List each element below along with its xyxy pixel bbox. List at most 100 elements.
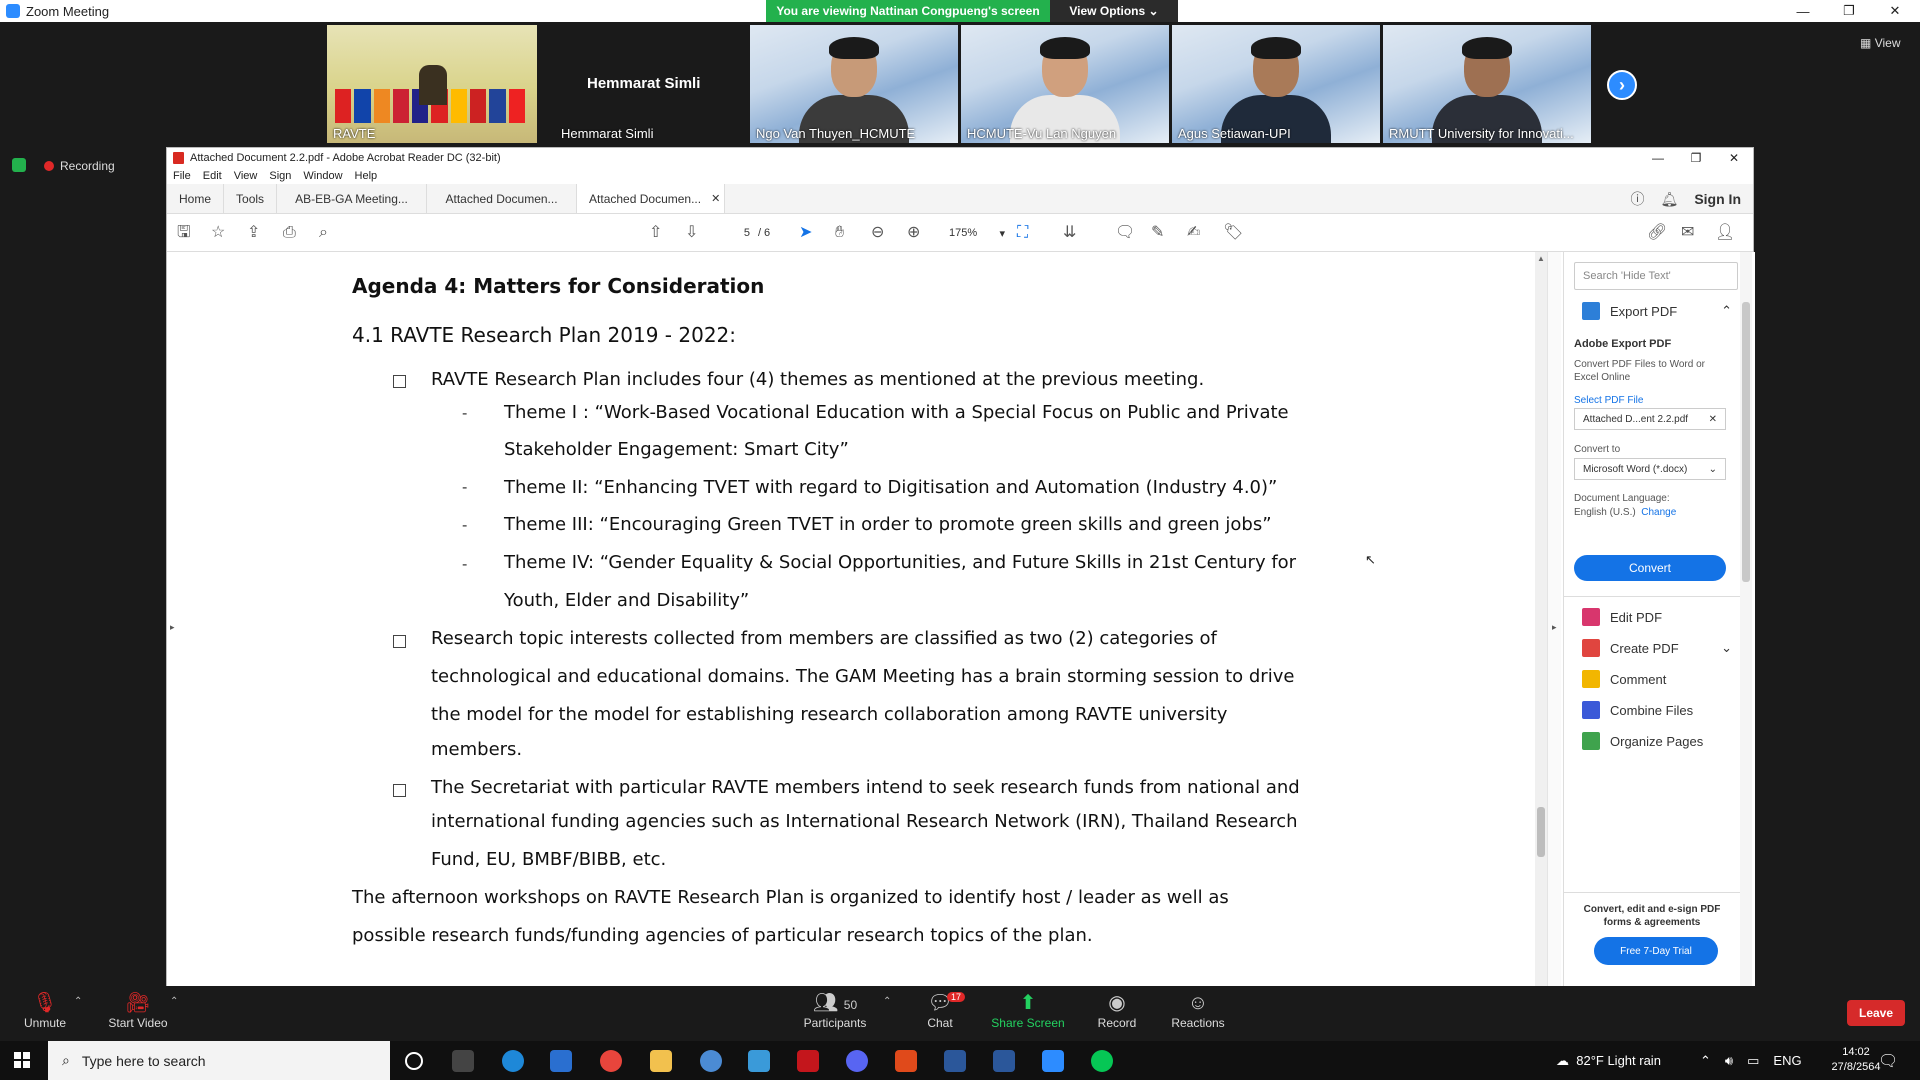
scrollbar-thumb[interactable] <box>1742 302 1750 582</box>
document-viewport[interactable]: ▸ Agenda 4: Matters for Consideration 4.… <box>167 252 1541 988</box>
tab-document-3[interactable]: Attached Documen... ✕ <box>577 184 726 213</box>
tool-edit-pdf[interactable]: Edit PDF <box>1582 608 1732 626</box>
scroll-up-icon[interactable]: ▲ <box>1537 254 1545 263</box>
sign-in-button[interactable]: Sign In <box>1694 191 1741 207</box>
word-icon[interactable] <box>944 1050 966 1072</box>
edge-icon[interactable] <box>502 1050 524 1072</box>
language-indicator[interactable]: ENG <box>1773 1053 1801 1068</box>
format-select[interactable]: Microsoft Word (*.docx) ⌄ <box>1574 458 1726 480</box>
close-tab-icon[interactable]: ✕ <box>711 192 720 205</box>
discord-icon[interactable] <box>846 1050 868 1072</box>
menu-window[interactable]: Window <box>303 170 342 182</box>
chat-button[interactable]: 💬︎ 17 Chat <box>895 990 985 1030</box>
leave-button[interactable]: Leave <box>1847 1000 1905 1026</box>
taskbar-search-input[interactable]: ⌕ Type here to search <box>48 1041 390 1080</box>
tools-search-input[interactable]: Search 'Hide Text' <box>1574 262 1738 290</box>
participant-tile-ngo[interactable]: Ngo Van Thuyen_HCMUTE <box>750 25 958 143</box>
select-cursor-icon[interactable]: ➤ <box>799 224 812 242</box>
chevron-up-icon[interactable]: ⌃ <box>1700 1053 1711 1069</box>
page-down-icon[interactable]: ⇩ <box>685 224 698 242</box>
search-icon[interactable]: ⌕ <box>319 224 328 242</box>
weather-widget[interactable]: ☁ 82°F Light rain <box>1556 1041 1661 1080</box>
participant-tile-vu[interactable]: HCMUTE-Vu Lan Nguyen <box>961 25 1169 143</box>
tab-document-1[interactable]: AB-EB-GA Meeting... <box>277 184 428 213</box>
email-icon[interactable]: ✉ <box>1681 224 1694 242</box>
network-icon[interactable]: ▭ <box>1747 1053 1759 1069</box>
chevron-up-icon[interactable]: ⌃ <box>883 996 891 1007</box>
restore-icon[interactable]: ❐ <box>1826 0 1872 22</box>
view-options-button[interactable]: View Options ⌄ <box>1050 0 1178 22</box>
page-up-icon[interactable]: ⇧ <box>649 224 662 242</box>
menu-edit[interactable]: Edit <box>203 170 222 182</box>
tag-icon[interactable]: 🏷︎ <box>1223 224 1243 242</box>
security-shield-icon[interactable] <box>12 158 26 172</box>
notifications-icon[interactable]: 🗨︎ <box>1878 1041 1898 1080</box>
zoom-in-icon[interactable]: ⊕ <box>907 224 920 242</box>
cortana-icon[interactable] <box>405 1052 423 1070</box>
recording-indicator[interactable]: Recording <box>44 159 115 173</box>
participants-button[interactable]: 👥︎ 50 Participants <box>790 990 880 1030</box>
participant-tile-ravte[interactable]: RAVTE <box>327 25 537 143</box>
chrome-icon[interactable] <box>600 1050 622 1072</box>
zoom-out-icon[interactable]: ⊖ <box>871 224 884 242</box>
menu-file[interactable]: File <box>173 170 191 182</box>
save-icon[interactable]: 🖫 <box>177 224 191 242</box>
tab-home[interactable]: Home <box>167 184 225 213</box>
app-icon[interactable] <box>700 1050 722 1072</box>
share-screen-button[interactable]: ⬆︎ Share Screen <box>983 990 1073 1030</box>
tool-create-pdf[interactable]: Create PDF ⌄ <box>1582 639 1732 657</box>
gallery-next-button[interactable]: › <box>1607 70 1637 100</box>
upload-icon[interactable]: ⇪ <box>247 224 260 242</box>
minimize-icon[interactable]: — <box>1780 0 1826 22</box>
print-icon[interactable]: ⎙ <box>283 224 296 242</box>
volume-icon[interactable]: 🔊︎ <box>1725 1053 1733 1069</box>
chevron-up-icon[interactable]: ⌃ <box>170 996 178 1007</box>
add-user-icon[interactable]: 👤︎ <box>1715 224 1735 242</box>
help-icon[interactable]: ⓘ <box>1631 189 1645 209</box>
fit-page-icon[interactable]: ⛶ <box>1017 224 1028 242</box>
page-number-field[interactable]: 5/ 6 <box>725 223 789 243</box>
restore-icon[interactable]: ❐ <box>1677 148 1715 168</box>
line-app-icon[interactable] <box>1091 1050 1113 1072</box>
left-pane-toggle-icon[interactable]: ▸ <box>170 622 175 633</box>
close-icon[interactable]: ✕ <box>1872 0 1918 22</box>
file-explorer-icon[interactable] <box>650 1050 672 1072</box>
hand-icon[interactable]: ✋︎ <box>835 224 844 242</box>
convert-button[interactable]: Convert <box>1574 555 1726 581</box>
chevron-up-icon[interactable]: ⌃ <box>74 996 82 1007</box>
tool-comment[interactable]: Comment <box>1582 670 1732 688</box>
star-icon[interactable]: ☆ <box>211 224 225 242</box>
menu-help[interactable]: Help <box>355 170 378 182</box>
windows-start-icon[interactable] <box>14 1052 30 1068</box>
free-trial-button[interactable]: Free 7-Day Trial <box>1594 937 1718 965</box>
document-scrollbar[interactable]: ▲ <box>1535 252 1547 988</box>
skype-icon[interactable] <box>748 1050 770 1072</box>
participant-tile-rmutt[interactable]: RMUTT University for Innovati... <box>1383 25 1591 143</box>
right-pane-scrollbar[interactable] <box>1740 252 1752 988</box>
comment-icon[interactable]: 🗨︎ <box>1115 224 1135 242</box>
select-pdf-file-link[interactable]: Select PDF File <box>1574 394 1714 407</box>
right-pane-toggle[interactable]: ▸ <box>1547 252 1561 988</box>
close-icon[interactable]: ✕ <box>1715 148 1753 168</box>
tab-document-2[interactable]: Attached Documen... <box>427 184 578 213</box>
view-button[interactable]: ▦ View <box>1860 36 1900 50</box>
draw-icon[interactable]: ✍︎ <box>1187 224 1200 242</box>
scrollbar-thumb[interactable] <box>1537 807 1545 857</box>
highlight-pen-icon[interactable]: ✎ <box>1151 224 1164 242</box>
zoom-level-select[interactable]: 175% ▾ <box>945 223 1009 243</box>
office-icon[interactable] <box>895 1050 917 1072</box>
share-link-icon[interactable]: 🔗︎ <box>1647 224 1667 242</box>
tab-tools[interactable]: Tools <box>224 184 278 213</box>
tool-organize-pages[interactable]: Organize Pages <box>1582 732 1732 750</box>
change-language-link[interactable]: Change <box>1641 507 1676 518</box>
word-document-icon[interactable] <box>993 1050 1015 1072</box>
participant-tile-agus[interactable]: Agus Setiawan-UPI <box>1172 25 1380 143</box>
record-button[interactable]: ◉ Record <box>1072 990 1162 1030</box>
menu-view[interactable]: View <box>234 170 258 182</box>
reactions-button[interactable]: ☺ Reactions <box>1153 990 1243 1030</box>
task-view-icon[interactable] <box>452 1050 474 1072</box>
menu-sign[interactable]: Sign <box>269 170 291 182</box>
zoom-app-icon[interactable] <box>1042 1050 1064 1072</box>
export-pdf-header[interactable]: Export PDF ⌃ <box>1582 302 1732 320</box>
bell-icon[interactable]: 🔔︎ <box>1661 191 1679 208</box>
